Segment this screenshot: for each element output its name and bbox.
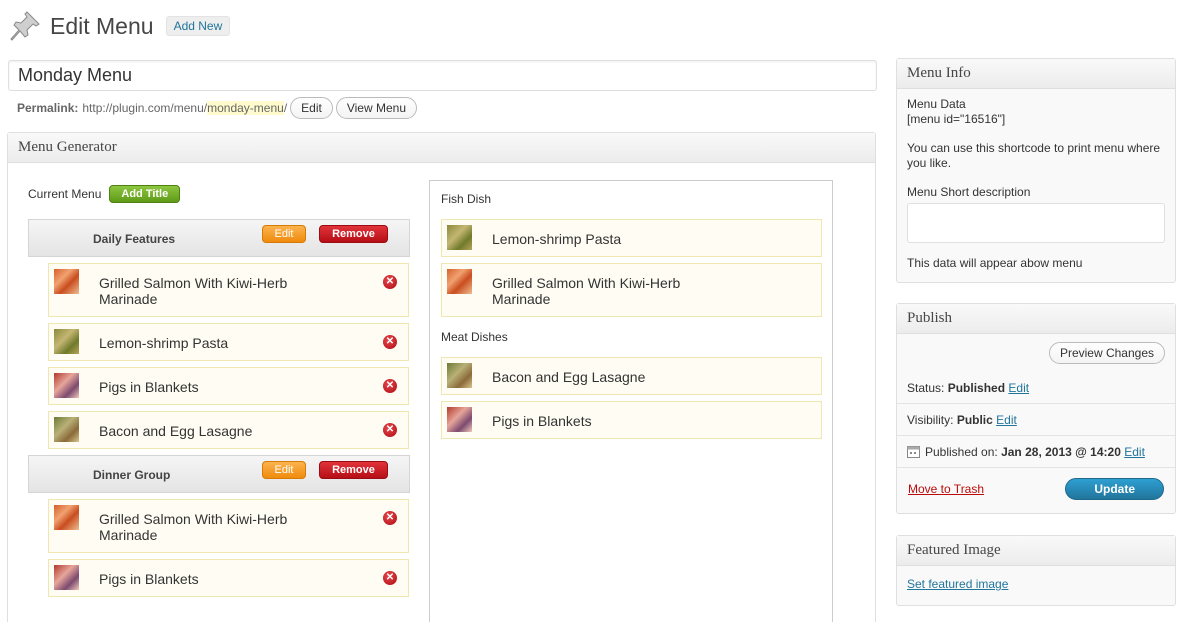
published-on-label: Published on: [925,444,998,459]
available-item-name: Bacon and Egg Lasagne [492,369,646,385]
menu-item[interactable]: Grilled Salmon With Kiwi-Herb Marinade ✕ [48,263,409,317]
page-header: Edit Menu Add New [8,8,231,44]
food-thumbnail [54,505,79,530]
group-edit-button[interactable]: Edit [262,461,306,479]
short-description-textarea[interactable] [907,203,1165,243]
short-description-help: This data will appear abow menu [907,256,1083,270]
preview-changes-button[interactable]: Preview Changes [1048,342,1165,364]
calendar-icon [907,446,920,458]
food-thumbnail [54,269,79,294]
menu-item[interactable]: Bacon and Egg Lasagne ✕ [48,411,409,449]
menu-generator-box: Menu Generator Current Menu Add Title Da… [7,132,876,622]
menu-item[interactable]: Grilled Salmon With Kiwi-Herb Marinade ✕ [48,499,409,553]
available-item[interactable]: Bacon and Egg Lasagne [441,357,822,395]
category-label: Meat Dishes [441,330,508,344]
available-item-name: Pigs in Blankets [492,413,592,429]
add-new-button[interactable]: Add New [165,16,231,36]
menu-group-daily-features[interactable]: Daily Features Edit Remove [28,219,410,257]
permalink-edit-button[interactable]: Edit [290,97,333,119]
visibility-row: Visibility: Public Edit [897,404,1175,436]
visibility-label: Visibility: [907,412,954,427]
available-item[interactable]: Grilled Salmon With Kiwi-Herb Marinade [441,263,822,317]
remove-item-icon[interactable]: ✕ [383,511,397,525]
menu-shortcode: [menu id="16516"] [907,112,1006,126]
status-edit-link[interactable]: Edit [1008,381,1029,395]
menu-item-name: Bacon and Egg Lasagne [99,423,253,439]
available-item-name: Grilled Salmon With Kiwi-Herb Marinade [492,275,681,307]
permalink-label: Permalink: [17,101,79,115]
set-featured-image-link[interactable]: Set featured image [907,577,1008,591]
available-item-name: Lemon-shrimp Pasta [492,231,622,247]
available-item[interactable]: Lemon-shrimp Pasta [441,219,822,257]
group-remove-button[interactable]: Remove [319,461,388,479]
menu-item[interactable]: Lemon-shrimp Pasta ✕ [48,323,409,361]
current-menu-row: Current Menu Add Title [28,185,181,203]
available-items-panel: Fish Dish Lemon-shrimp Pasta Grilled Sal… [429,180,833,622]
food-thumbnail [447,363,472,388]
group-title: Daily Features [93,232,176,246]
remove-item-icon[interactable]: ✕ [383,571,397,585]
menu-item-name: Pigs in Blankets [99,571,199,587]
status-label: Status: [907,380,945,395]
menu-item-name: Grilled Salmon With Kiwi-Herb Marinade [99,275,288,307]
current-menu-label: Current Menu [28,187,102,201]
publish-box: Publish Preview Changes Status: Publishe… [896,303,1176,514]
group-edit-button[interactable]: Edit [262,225,306,243]
food-thumbnail [54,329,79,354]
remove-item-icon[interactable]: ✕ [383,335,397,349]
menu-item-name: Pigs in Blankets [99,379,199,395]
page-title: Edit Menu [50,12,154,39]
menu-data-label: Menu Data [907,97,966,111]
category-label: Fish Dish [441,192,492,206]
menu-info-box: Menu Info Menu Data [menu id="16516"] Yo… [896,58,1176,283]
remove-item-icon[interactable]: ✕ [383,379,397,393]
group-title: Dinner Group [93,468,171,482]
add-title-button[interactable]: Add Title [109,185,181,203]
menu-group-dinner-group[interactable]: Dinner Group Edit Remove [28,455,410,493]
visibility-value: Public [956,412,993,427]
permalink-suffix: / [283,101,288,115]
menu-item[interactable]: Pigs in Blankets ✕ [48,559,409,597]
menu-title-input[interactable] [8,60,877,91]
food-thumbnail [447,407,472,432]
remove-item-icon[interactable]: ✕ [383,275,397,289]
published-on-value: Jan 28, 2013 @ 14:20 [1001,444,1121,459]
food-thumbnail [447,225,472,250]
food-thumbnail [54,373,79,398]
short-description-label: Menu Short description [907,185,1031,199]
menu-item-name: Lemon-shrimp Pasta [99,335,229,351]
available-item[interactable]: Pigs in Blankets [441,401,822,439]
menu-generator-title: Menu Generator [8,133,875,163]
shortcode-help: You can use this shortcode to print menu… [907,141,1161,170]
remove-item-icon[interactable]: ✕ [383,423,397,437]
update-button[interactable]: Update [1065,478,1164,500]
food-thumbnail [447,269,472,294]
view-menu-button[interactable]: View Menu [335,97,417,119]
pushpin-icon [10,11,40,41]
group-remove-button[interactable]: Remove [319,225,388,243]
menu-item[interactable]: Pigs in Blankets ✕ [48,367,409,405]
permalink-base: http://plugin.com/menu/ [82,101,208,115]
permalink-slug[interactable]: monday-menu [207,101,284,115]
published-on-edit-link[interactable]: Edit [1124,445,1145,459]
featured-image-box: Featured Image Set featured image [896,535,1176,606]
status-row: Status: Published Edit [897,372,1175,404]
menu-info-title: Menu Info [897,59,1175,89]
publish-title: Publish [897,304,1175,334]
permalink-row: Permalink: http://plugin.com/menu/monday… [17,96,417,120]
food-thumbnail [54,565,79,590]
featured-image-title: Featured Image [897,536,1175,566]
visibility-edit-link[interactable]: Edit [996,413,1017,427]
move-to-trash-link[interactable]: Move to Trash [908,482,984,496]
status-value: Published [947,380,1006,395]
published-on-row: Published on: Jan 28, 2013 @ 14:20 Edit [897,436,1175,468]
menu-item-name: Grilled Salmon With Kiwi-Herb Marinade [99,511,288,543]
food-thumbnail [54,417,79,442]
